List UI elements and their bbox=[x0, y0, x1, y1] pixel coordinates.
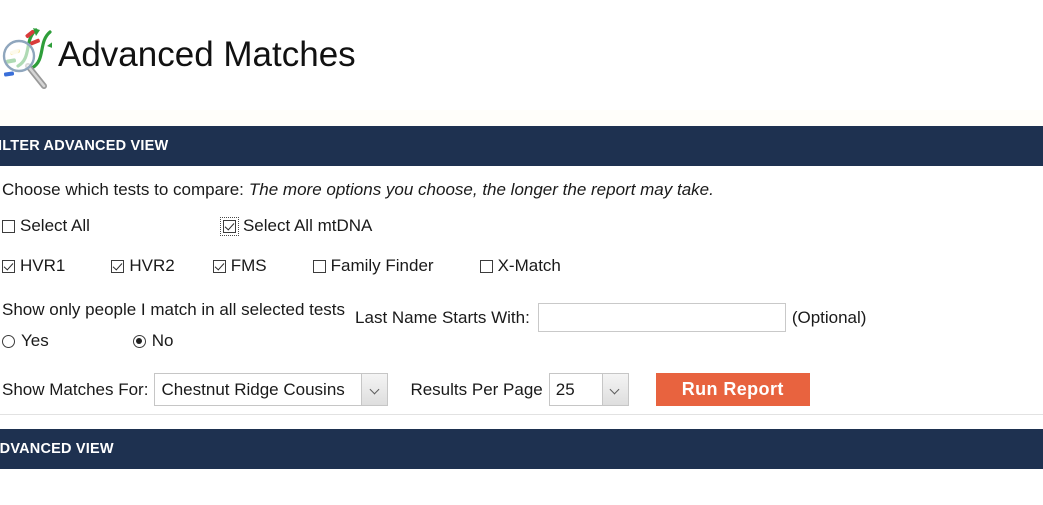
checkbox-select-all[interactable]: Select All bbox=[2, 216, 90, 236]
show-matches-for-select[interactable]: Chestnut Ridge Cousins bbox=[154, 373, 389, 406]
page-header: Advanced Matches bbox=[0, 0, 1043, 110]
test-checkbox-row: HVR1 HVR2 FMS Family Finder X-Match bbox=[0, 236, 1043, 276]
checkbox-box-fms[interactable] bbox=[212, 259, 226, 273]
checkbox-family-finder[interactable]: Family Finder bbox=[312, 256, 434, 276]
checkbox-label-fms: FMS bbox=[230, 256, 267, 275]
checkbox-box-select-all[interactable] bbox=[2, 219, 15, 233]
filter-section-title: FILTER ADVANCED VIEW bbox=[0, 138, 169, 154]
checkbox-box-hvr2[interactable] bbox=[111, 259, 125, 273]
checkbox-select-all-mtdna[interactable]: Select All mtDNA bbox=[219, 216, 373, 236]
advanced-view-section-header: ADVANCED VIEW bbox=[0, 429, 1043, 469]
chevron-down-icon[interactable] bbox=[601, 374, 628, 405]
checkbox-hvr2[interactable]: HVR2 bbox=[111, 256, 175, 276]
checkbox-label-x-match: X-Match bbox=[497, 256, 561, 275]
last-name-input[interactable] bbox=[537, 303, 786, 332]
radio-label-yes: Yes bbox=[21, 331, 49, 350]
page-title: Advanced Matches bbox=[58, 35, 356, 74]
radio-dot-no[interactable] bbox=[132, 334, 146, 348]
choose-tests-label: Choose which tests to compare: bbox=[2, 180, 244, 199]
checkbox-label-select-all: Select All bbox=[20, 216, 90, 235]
checkbox-box-x-match[interactable] bbox=[479, 259, 493, 273]
radio-match-all-no[interactable]: No bbox=[132, 331, 174, 351]
radio-match-all-yes[interactable]: Yes bbox=[2, 331, 49, 351]
match-all-group: Show only people I match in all selected… bbox=[2, 300, 345, 351]
show-matches-for-label: Show Matches For: bbox=[2, 379, 149, 399]
show-matches-for-value: Chestnut Ridge Cousins bbox=[161, 379, 345, 399]
advanced-view-section-title: ADVANCED VIEW bbox=[0, 441, 114, 457]
run-report-button[interactable]: Run Report bbox=[655, 373, 810, 406]
choose-tests-hint: The more options you choose, the longer … bbox=[248, 180, 714, 199]
focus-ring-select-all-mtdna bbox=[219, 216, 239, 236]
last-name-label: Last Name Starts With: bbox=[355, 307, 530, 327]
last-name-optional-note: (Optional) bbox=[791, 307, 867, 327]
match-all-and-lastname-row: Show only people I match in all selected… bbox=[0, 276, 1043, 351]
match-all-radio-group: Yes No bbox=[2, 331, 345, 351]
chevron-down-icon[interactable] bbox=[361, 374, 388, 405]
checkbox-label-select-all-mtdna: Select All mtDNA bbox=[242, 216, 373, 235]
checkbox-x-match[interactable]: X-Match bbox=[479, 256, 561, 276]
checkbox-box-select-all-mtdna[interactable] bbox=[222, 219, 236, 233]
report-controls-row: Show Matches For: Chestnut Ridge Cousins… bbox=[0, 351, 1043, 406]
checkbox-fms[interactable]: FMS bbox=[212, 256, 267, 276]
checkbox-label-hvr1: HVR1 bbox=[20, 256, 66, 275]
checkbox-box-family-finder[interactable] bbox=[312, 259, 326, 273]
match-all-label: Show only people I match in all selected… bbox=[2, 300, 346, 319]
checkbox-label-hvr2: HVR2 bbox=[129, 256, 175, 275]
filter-section-header: FILTER ADVANCED VIEW bbox=[0, 126, 1043, 166]
results-per-page-select[interactable]: 25 bbox=[548, 373, 629, 406]
radio-dot-yes[interactable] bbox=[2, 334, 15, 348]
checkbox-label-family-finder: Family Finder bbox=[330, 256, 434, 275]
choose-tests-instruction: Choose which tests to compare: The more … bbox=[0, 166, 1043, 200]
cream-band bbox=[0, 110, 1043, 126]
results-per-page-value: 25 bbox=[555, 379, 575, 399]
checkbox-hvr1[interactable]: HVR1 bbox=[2, 256, 65, 276]
select-all-row: Select All Select All mtDNA bbox=[0, 200, 1043, 236]
radio-label-no: No bbox=[151, 331, 174, 350]
magnifier-dna-icon bbox=[2, 20, 55, 92]
checkbox-box-hvr1[interactable] bbox=[2, 259, 15, 273]
last-name-group: Last Name Starts With: (Optional) bbox=[355, 303, 866, 332]
filter-panel: Choose which tests to compare: The more … bbox=[0, 166, 1043, 415]
results-per-page-label: Results Per Page bbox=[410, 379, 543, 399]
